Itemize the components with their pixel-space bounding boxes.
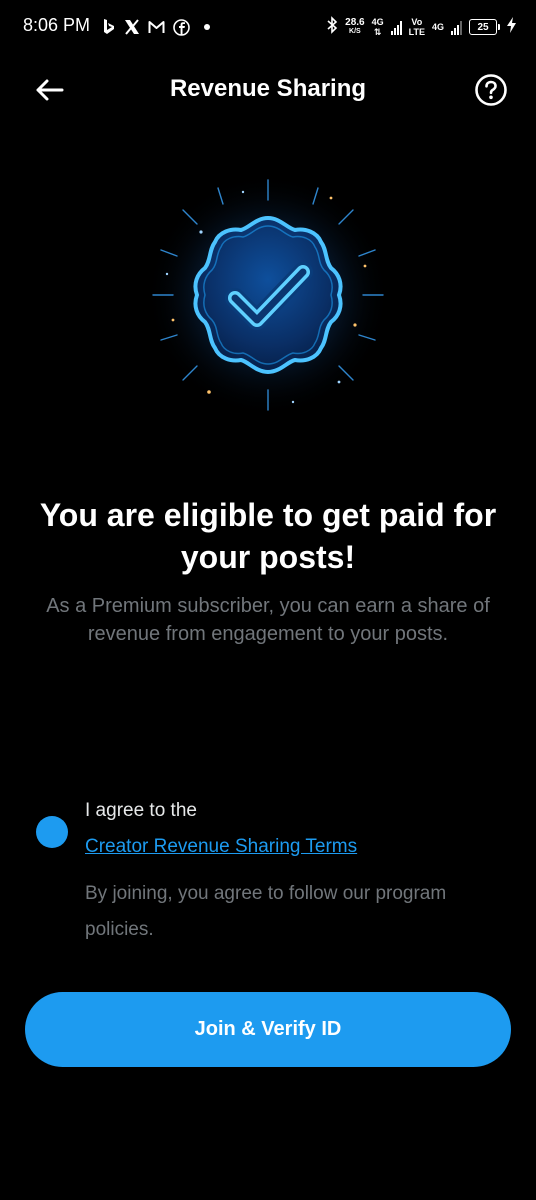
volte-indicator: Vo LTE — [409, 17, 425, 37]
agree-label: I agree to the — [85, 800, 197, 821]
verified-badge-illustration — [143, 170, 393, 420]
network-speed-value: 28.6 — [345, 17, 365, 28]
volte-bottom-label: LTE — [408, 27, 425, 37]
help-button[interactable] — [474, 73, 508, 107]
battery-icon: 25 — [469, 19, 500, 35]
bluetooth-icon — [326, 15, 338, 39]
bing-icon — [102, 18, 116, 36]
agree-radio-button[interactable] — [36, 816, 68, 848]
top-app-bar: Revenue Sharing — [0, 60, 536, 120]
signal-strength-1-icon — [390, 19, 402, 35]
battery-level: 25 — [469, 19, 497, 35]
system-status: 28.6 K/S 4G ⇅ Vo LTE 4G 25 — [326, 14, 516, 40]
data-arrows-icon: ⇅ — [373, 27, 382, 37]
eligibility-description: As a Premium subscriber, you can earn a … — [46, 595, 490, 645]
gmail-icon — [148, 20, 165, 34]
verified-badge-icon — [146, 173, 390, 417]
notification-icons — [102, 16, 210, 38]
network-speed: 28.6 K/S — [345, 18, 364, 36]
network-type-1: 4G ⇅ — [372, 17, 384, 37]
join-verify-button[interactable]: Join & Verify ID — [25, 992, 511, 1067]
signal-strength-2-icon — [451, 19, 462, 35]
creator-terms-link[interactable]: Creator Revenue Sharing Terms — [85, 836, 357, 858]
x-icon — [124, 19, 140, 35]
eligibility-headline: You are eligible to get paid for your po… — [39, 497, 497, 575]
network-type-2-label: 4G — [431, 22, 444, 32]
status-bar: 8:06 PM 28.6 K/S 4G ⇅ Vo LTE 4G 25 — [0, 0, 536, 56]
network-speed-unit: K/S — [349, 28, 361, 35]
charging-icon — [507, 16, 516, 38]
question-circle-icon — [475, 74, 507, 106]
dot-icon — [204, 24, 210, 30]
network-type-2: 4G — [432, 22, 444, 32]
volte-top-label: Vo — [411, 17, 423, 27]
facebook-icon — [173, 18, 190, 36]
status-time: 8:06 PM — [23, 15, 91, 35]
network-type-1-label: 4G — [371, 17, 384, 27]
policy-note: By joining, you agree to follow our prog… — [85, 883, 447, 940]
page-title: Revenue Sharing — [169, 75, 367, 102]
